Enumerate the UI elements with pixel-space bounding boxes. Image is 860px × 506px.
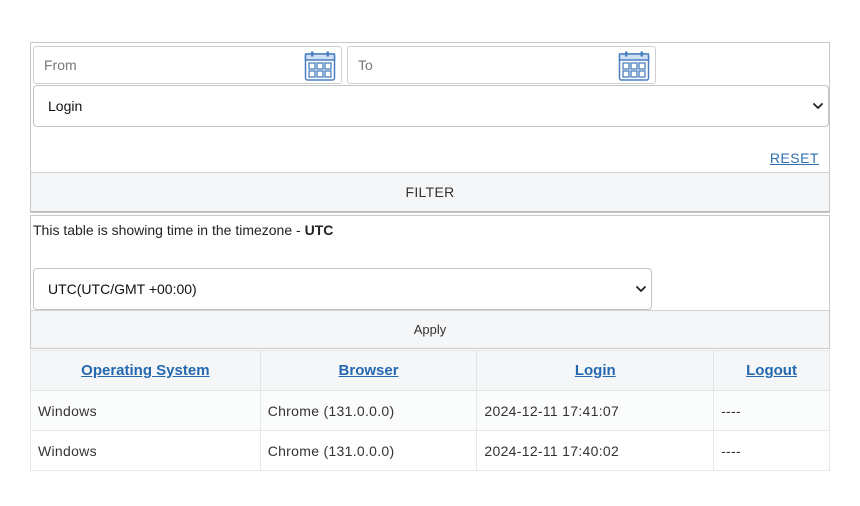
- filter-panel: Login RESET FILTER: [30, 42, 830, 213]
- table-header-row: Operating System Browser Login Logout: [30, 350, 830, 391]
- header-logout: Logout: [713, 350, 830, 391]
- cell-browser: Chrome (131.0.0.0): [259, 390, 478, 431]
- cell-login-time: 2024-12-11 17:41:07: [476, 390, 715, 431]
- cell-logout-time: ----: [713, 430, 830, 471]
- sort-login-link[interactable]: Login: [575, 362, 616, 379]
- reset-link[interactable]: RESET: [770, 150, 819, 166]
- current-timezone: UTC: [304, 222, 334, 238]
- filter-button[interactable]: FILTER: [31, 172, 829, 212]
- sort-logout-link[interactable]: Logout: [746, 362, 797, 379]
- header-browser: Browser: [259, 350, 478, 391]
- event-type-select[interactable]: Login: [33, 85, 829, 127]
- header-operating-system: Operating System: [30, 350, 261, 391]
- chevron-down-icon: [636, 286, 646, 292]
- table-row: Windows Chrome (131.0.0.0) 2024-12-11 17…: [30, 390, 830, 431]
- cell-browser: Chrome (131.0.0.0): [259, 430, 478, 471]
- table-row: Windows Chrome (131.0.0.0) 2024-12-11 17…: [30, 430, 830, 471]
- from-date-field[interactable]: [33, 46, 342, 84]
- cell-logout-time: ----: [713, 390, 830, 431]
- to-date-input[interactable]: [348, 47, 608, 83]
- chevron-down-icon: [813, 103, 823, 109]
- login-history-table: Operating System Browser Login Logout Wi…: [30, 350, 830, 471]
- timezone-note: This table is showing time in the timezo…: [33, 222, 333, 238]
- sort-browser-link[interactable]: Browser: [339, 362, 399, 379]
- calendar-icon[interactable]: [618, 50, 650, 82]
- timezone-panel: This table is showing time in the timezo…: [30, 215, 830, 349]
- timezone-select[interactable]: UTC(UTC/GMT +00:00): [33, 268, 652, 310]
- event-type-value: Login: [48, 98, 83, 114]
- calendar-icon[interactable]: [304, 50, 336, 82]
- to-date-field[interactable]: [347, 46, 656, 84]
- sort-operating-system-link[interactable]: Operating System: [81, 362, 209, 379]
- cell-operating-system: Windows: [30, 390, 261, 431]
- apply-button[interactable]: Apply: [31, 310, 829, 348]
- from-date-input[interactable]: [34, 47, 294, 83]
- cell-operating-system: Windows: [30, 430, 261, 471]
- timezone-note-text: This table is showing time in the timezo…: [33, 222, 305, 238]
- timezone-select-value: UTC(UTC/GMT +00:00): [48, 281, 197, 297]
- cell-login-time: 2024-12-11 17:40:02: [476, 430, 715, 471]
- header-login: Login: [476, 350, 715, 391]
